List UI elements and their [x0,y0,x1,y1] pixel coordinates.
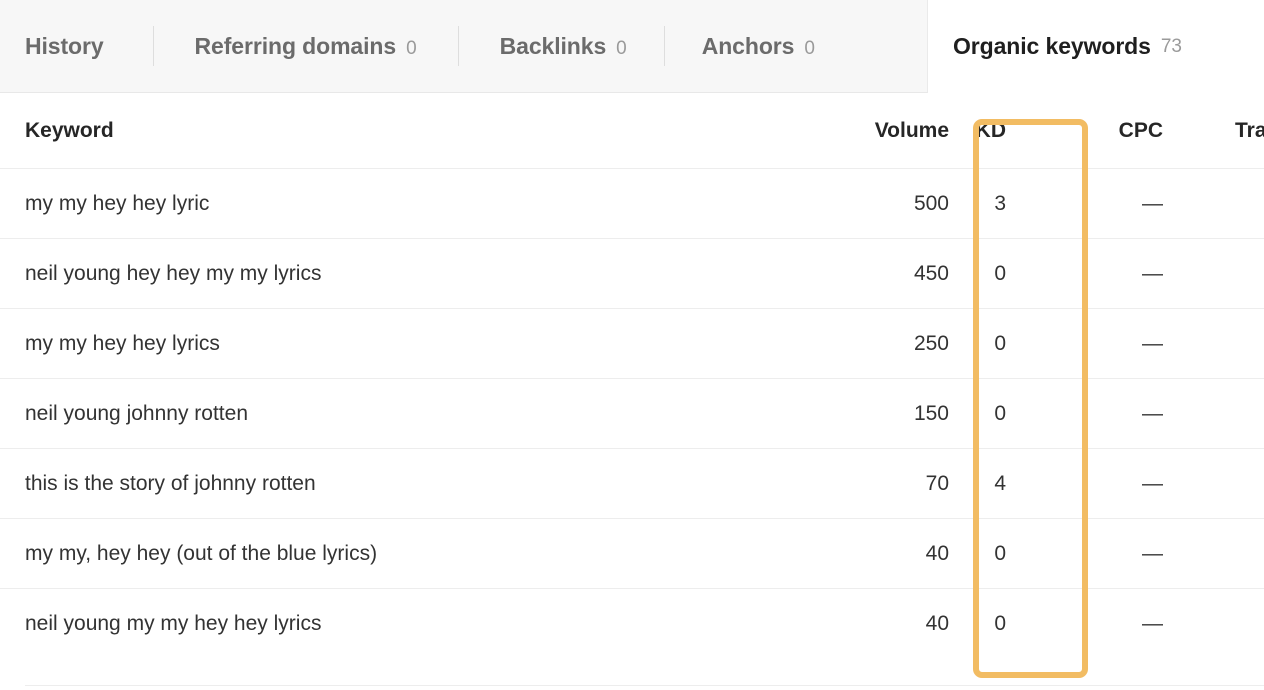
tab-history-label: History [25,32,104,59]
tab-separator [457,26,459,66]
cell-volume: 70 [925,471,949,495]
cell-volume: 450 [913,261,949,285]
cell-cpc: — [1142,611,1163,635]
tab-separator [663,26,665,66]
column-header-keyword[interactable]: Keyword [0,119,835,143]
tab-separator [152,26,154,66]
cell-cpc: — [1142,401,1163,425]
cell-volume: 40 [925,611,949,635]
cell-keyword[interactable]: neil young hey hey my my lyrics [0,262,835,286]
cell-cpc: — [1142,191,1163,215]
cell-kd: 0 [994,261,1006,285]
cell-kd: 0 [994,541,1006,565]
cell-cpc: — [1142,471,1163,495]
table-row[interactable]: my my hey hey lyric 500 3 — [0,168,1264,238]
cell-keyword[interactable]: neil young my my hey hey lyrics [0,612,835,636]
table-header-row: Keyword Volume KD CPC Tra [0,93,1264,168]
column-header-volume[interactable]: Volume [835,119,949,143]
tab-referring-domains-count: 0 [406,37,417,59]
column-header-kd[interactable]: KD [949,119,1047,143]
table-row[interactable]: this is the story of johnny rotten 70 4 … [0,448,1264,518]
table-row[interactable]: neil young hey hey my my lyrics 450 0 — [0,238,1264,308]
cell-keyword[interactable]: neil young johnny rotten [0,402,835,426]
cell-kd: 4 [994,471,1006,495]
column-header-cpc[interactable]: CPC [1047,119,1163,143]
cell-keyword[interactable]: my my hey hey lyric [0,192,835,216]
cell-kd: 0 [994,401,1006,425]
cell-volume: 150 [913,401,949,425]
column-header-traffic[interactable]: Tra [1163,119,1264,143]
organic-keywords-table: Keyword Volume KD CPC Tra my my hey hey … [0,93,1264,658]
tab-organic-keywords-count: 73 [1160,35,1182,57]
tab-referring-domains[interactable]: Referring domains 0 [195,33,417,60]
cell-keyword[interactable]: my my hey hey lyrics [0,332,835,356]
table-row[interactable]: neil young my my hey hey lyrics 40 0 — [0,588,1264,658]
cell-kd: 0 [994,611,1006,635]
tab-history[interactable]: History [0,33,104,60]
tab-bar-inactive-strip: History Referring domains 0 Backlinks 0 … [0,0,928,93]
cell-cpc: — [1142,261,1163,285]
cell-kd: 3 [994,191,1006,215]
tab-organic-keywords-label: Organic keywords [953,33,1151,59]
cell-volume: 500 [913,191,949,215]
tab-anchors[interactable]: Anchors 0 [702,33,815,60]
cell-cpc: — [1142,541,1163,565]
cell-keyword[interactable]: this is the story of johnny rotten [0,472,835,496]
tab-backlinks[interactable]: Backlinks 0 [500,33,627,60]
cell-keyword[interactable]: my my, hey hey (out of the blue lyrics) [0,542,835,566]
cell-kd: 0 [994,331,1006,355]
table-row[interactable]: neil young johnny rotten 150 0 — [0,378,1264,448]
table-bottom-divider [25,685,1264,686]
tab-referring-domains-label: Referring domains [194,32,397,59]
cell-cpc: — [1142,331,1163,355]
cell-volume: 40 [925,541,949,565]
table-row[interactable]: my my hey hey lyrics 250 0 — [0,308,1264,378]
tab-anchors-count: 0 [804,37,815,59]
tab-anchors-label: Anchors [701,32,795,59]
tab-backlinks-count: 0 [616,37,627,59]
table-row[interactable]: my my, hey hey (out of the blue lyrics) … [0,518,1264,588]
tab-organic-keywords[interactable]: Organic keywords 73 [953,0,1182,93]
tab-backlinks-label: Backlinks [499,32,607,59]
tab-bar: History Referring domains 0 Backlinks 0 … [0,0,1264,93]
cell-volume: 250 [913,331,949,355]
